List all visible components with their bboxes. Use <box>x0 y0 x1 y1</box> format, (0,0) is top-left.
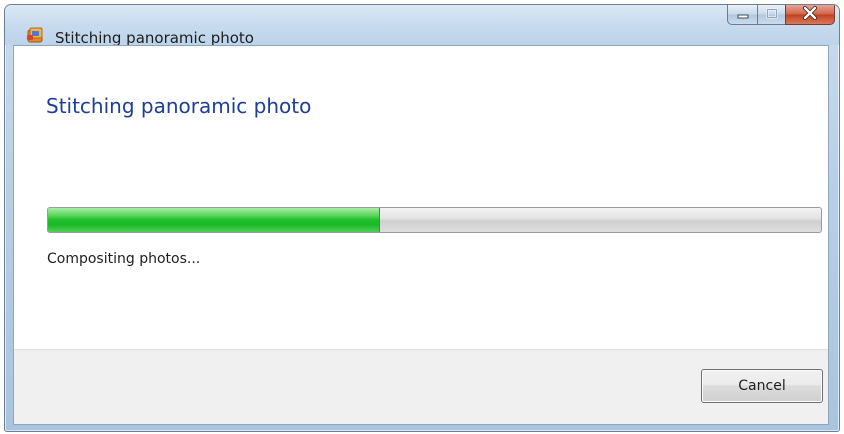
minimize-icon <box>736 5 750 24</box>
maximize-icon <box>765 5 779 24</box>
dialog-content: Stitching panoramic photo Compositing ph… <box>13 45 829 425</box>
close-button[interactable] <box>785 5 835 25</box>
photo-gallery-icon <box>25 25 45 45</box>
progress-bar-fill <box>48 208 381 232</box>
cancel-button[interactable]: Cancel <box>701 369 823 403</box>
minimize-button[interactable] <box>727 5 757 25</box>
dialog-footer: Cancel <box>14 349 828 424</box>
title-bar[interactable]: Stitching panoramic photo <box>5 5 839 47</box>
status-text: Compositing photos... <box>47 251 201 267</box>
dialog-heading: Stitching panoramic photo <box>46 94 312 118</box>
maximize-button[interactable] <box>757 5 785 25</box>
progress-bar <box>47 207 822 233</box>
caption-buttons <box>727 5 835 27</box>
dialog-window: Stitching panoramic photo Stitching pano… <box>4 4 840 432</box>
close-icon <box>802 5 818 24</box>
